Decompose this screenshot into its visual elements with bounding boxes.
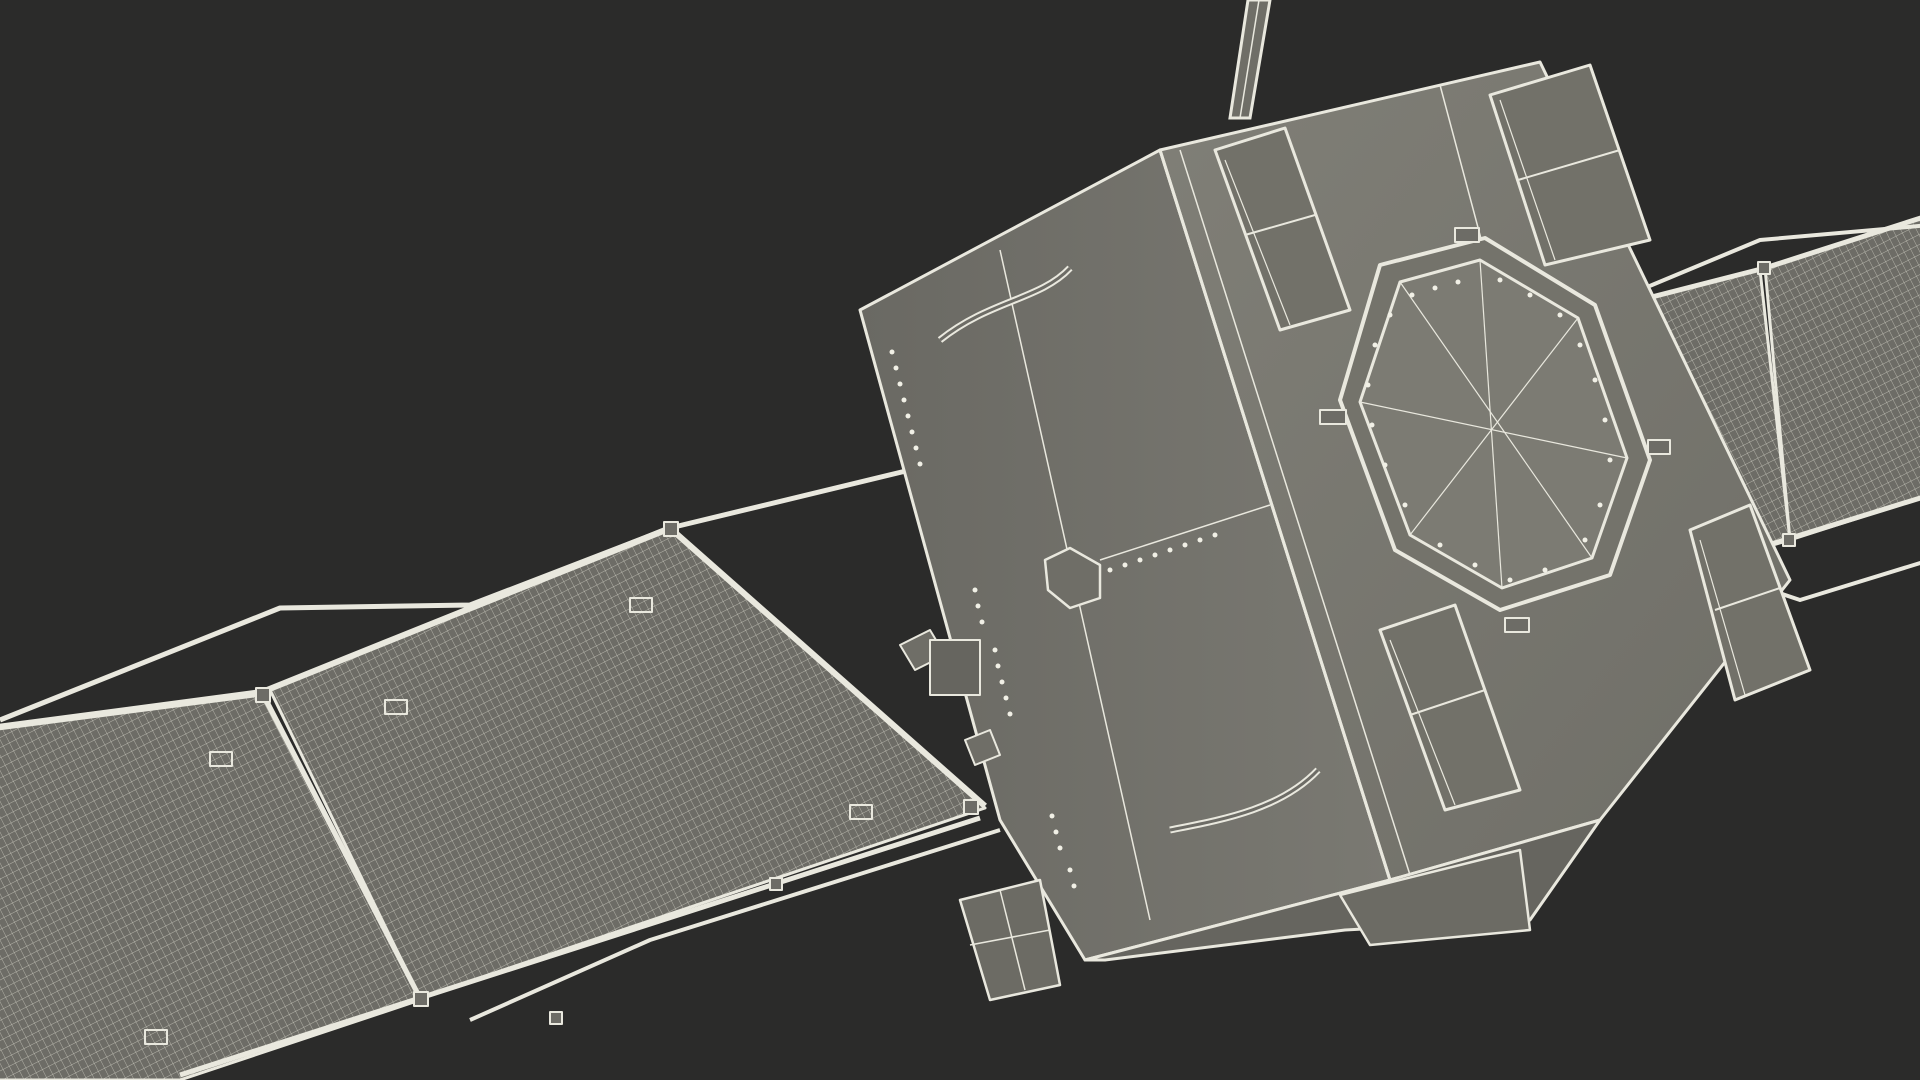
- satellite-render: [0, 0, 1920, 1080]
- solar-panel-right-outer: [1763, 216, 1920, 542]
- render-viewport: [0, 0, 1920, 1080]
